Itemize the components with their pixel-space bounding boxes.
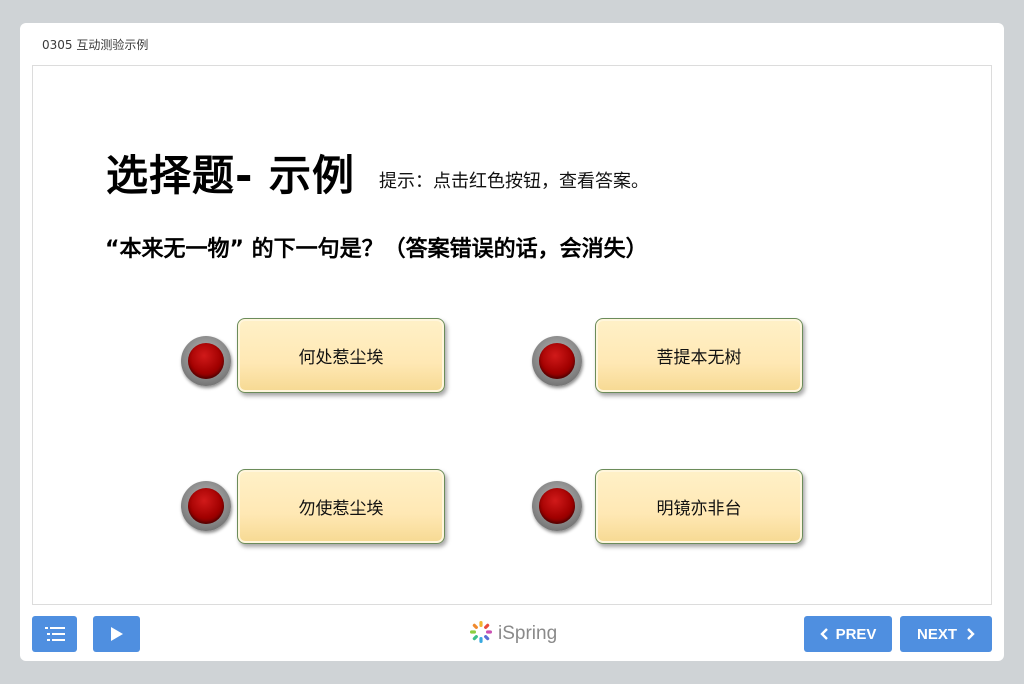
reveal-button-2[interactable]	[532, 336, 582, 386]
slide-canvas: 选择题- 示例 提示：点击红色按钮，查看答案。 “本来无一物” 的下一句是？（答…	[32, 65, 992, 605]
answer-option-1[interactable]: 何处惹尘埃	[237, 318, 445, 393]
outline-menu-button[interactable]	[32, 616, 77, 652]
reveal-button-1[interactable]	[181, 336, 231, 386]
list-icon	[44, 627, 65, 641]
next-label: NEXT	[916, 625, 957, 643]
prev-label: PREV	[835, 625, 877, 643]
ispring-flower-icon	[468, 619, 494, 649]
play-button[interactable]	[93, 616, 140, 652]
prev-button[interactable]: PREV	[804, 616, 892, 652]
slide-hint: 提示：点击红色按钮，查看答案。	[379, 171, 649, 192]
chevron-left-icon	[819, 628, 828, 640]
next-button[interactable]: NEXT	[900, 616, 992, 652]
reveal-button-3[interactable]	[181, 481, 231, 531]
question-text: “本来无一物” 的下一句是？（答案错误的话，会消失）	[105, 237, 648, 262]
play-icon	[110, 627, 123, 641]
ispring-logo: iSpring	[468, 621, 557, 647]
answer-option-2[interactable]: 菩提本无树	[595, 318, 803, 393]
reveal-button-4[interactable]	[532, 481, 582, 531]
brand-name: iSpring	[498, 623, 558, 644]
player-window: 0305 互动测验示例 选择题- 示例 提示：点击红色按钮，查看答案。 “本来无…	[20, 23, 1004, 661]
slide-heading: 选择题- 示例	[106, 151, 356, 200]
chevron-right-icon	[967, 628, 975, 640]
answer-option-3[interactable]: 勿使惹尘埃	[237, 469, 445, 544]
presentation-title: 0305 互动测验示例	[42, 38, 149, 52]
answer-option-4[interactable]: 明镜亦非台	[595, 469, 803, 544]
